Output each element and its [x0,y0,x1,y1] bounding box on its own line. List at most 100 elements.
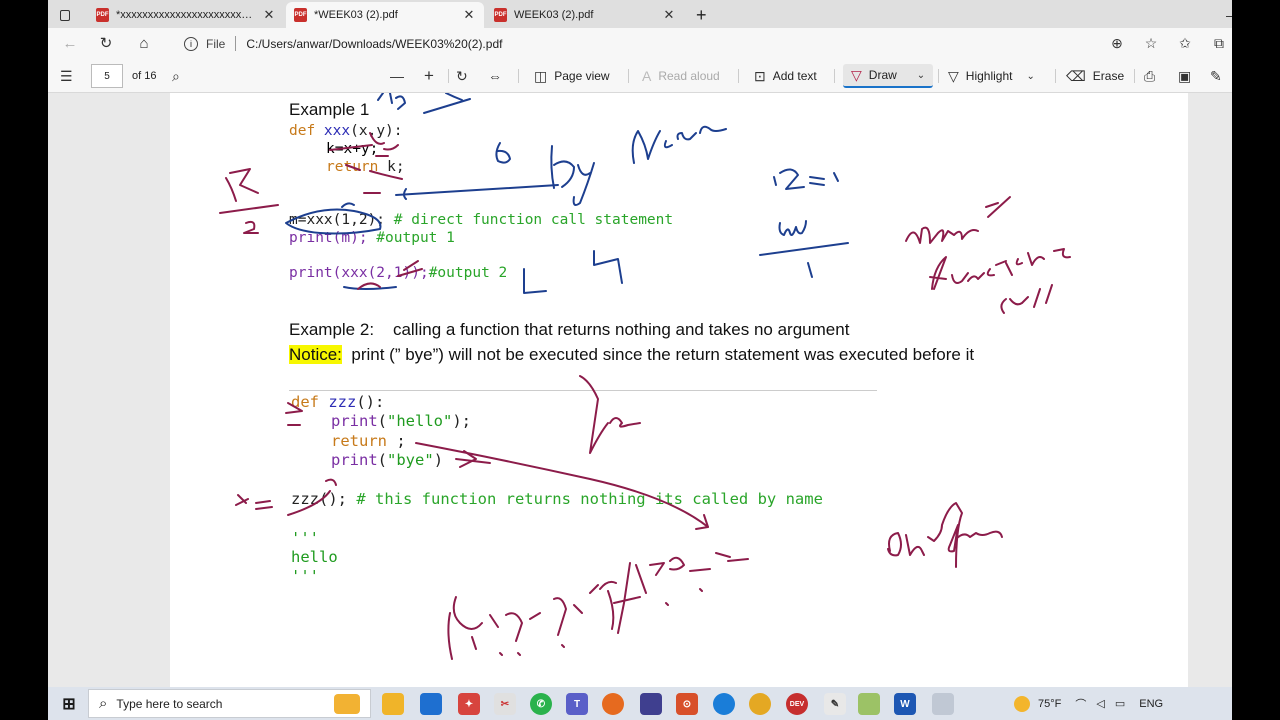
edge-icon[interactable] [713,693,735,715]
zoom-icon[interactable]: ⊕ [1100,35,1134,52]
plus-icon: + [424,66,434,85]
file-label: File [206,36,226,51]
search-placeholder: Type here to search [116,696,223,711]
minimize-icon: — [1226,8,1232,23]
weather-icon [1014,695,1030,712]
rotate-icon: ↻ [456,67,468,84]
tab-2[interactable]: PDF *WEEK03 (2).pdf ✕ [286,2,484,28]
app-icon[interactable]: ✎ [824,693,846,715]
fit-page-icon: ⇔ [488,68,502,84]
close-icon[interactable]: ✕ [462,7,476,23]
file-explorer-icon[interactable] [382,693,404,715]
page-number-input[interactable]: 5 [91,64,123,88]
ink-annotations [219,93,1071,660]
app-icon[interactable]: ⊙ [676,693,698,715]
home-button[interactable]: ⌂ [126,29,162,57]
rotate-button[interactable]: ↻ [456,64,475,88]
info-icon: i [184,36,198,51]
divider [448,69,449,83]
taskbar: ⊞ ⌕ Type here to search ✦ ✂ ✆ T ⊙ DEV ✎ … [48,687,1232,720]
add-text-button[interactable]: ⊡ Add text [754,64,817,88]
snipping-tool-icon[interactable]: ✂ [494,693,516,715]
address-bar-row: ← ↻ ⌂ i File C:/Users/anwar/Downloads/WE… [48,28,1232,59]
read-aloud-icon: A [642,68,652,84]
maroon-ink [219,132,1071,660]
divider [518,69,519,83]
zoom-in-button[interactable]: + [424,64,441,88]
add-text-label: Add text [772,69,817,83]
plus-icon: + [696,4,707,25]
highlight-button[interactable]: ▽ Highlight ⌄ [948,64,1035,88]
language-indicator[interactable]: ENG [1139,698,1163,710]
new-tab-button[interactable]: + [688,2,712,28]
home-icon: ⌂ [139,34,149,52]
page-view-button[interactable]: ◫ Page view [534,64,610,88]
weather-temp[interactable]: 75°F [1038,698,1061,710]
windows-start-icon[interactable]: ⊞ [58,693,80,715]
tab-title: *WEEK03 (2).pdf [314,9,398,21]
browser-window: PDF *xxxxxxxxxxxxxxxxxxxxxxxxxxxx.pdf ✕ … [48,0,1232,720]
collections-icon[interactable]: ⧉ [1202,35,1232,52]
app-icon[interactable] [932,693,954,715]
search-icon: ⌕ [172,67,180,84]
divider [938,69,939,83]
divider [1055,69,1056,83]
divider [1134,69,1135,83]
address-field[interactable]: i File C:/Users/anwar/Downloads/WEEK03%2… [166,31,1124,56]
battery-icon[interactable]: ▭ [1115,697,1125,710]
read-aloud-button[interactable]: A Read aloud [642,64,720,88]
divider [235,36,237,51]
firefox-icon[interactable] [602,693,624,715]
chevron-down-icon[interactable]: ⌄ [917,70,925,81]
text-box-icon: ⊡ [754,67,766,84]
chrome-icon[interactable] [749,693,771,715]
tab-3[interactable]: PDF WEEK03 (2).pdf ✕ [486,2,684,28]
zoom-out-button[interactable]: — [390,64,411,88]
app-icon[interactable] [640,693,662,715]
search-icon: ⌕ [99,695,108,712]
chevron-down-icon[interactable]: ⌄ [1026,71,1034,82]
favorite-star-icon[interactable]: ☆ [1134,35,1168,52]
pdf-viewer[interactable]: Example 1 def xxx(x,y): k=x+y; return k;… [48,93,1232,687]
save-as-button[interactable]: ✎ [1210,64,1229,88]
draw-button[interactable]: ▽ Draw ⌄ [843,64,934,88]
tab-title: WEEK03 (2).pdf [514,9,594,21]
list-icon: ☰ [60,67,73,84]
refresh-icon: ↻ [99,35,113,52]
weather-widget-icon [334,694,360,714]
favorites-icon[interactable]: ✩ [1168,35,1202,52]
page-total: of 16 [132,70,157,82]
store-icon[interactable] [420,693,442,715]
print-button[interactable]: ⎙ [1144,64,1162,88]
refresh-button[interactable]: ↻ [88,29,124,57]
app-icon[interactable] [858,693,880,715]
fit-page-button[interactable]: ⇔ [488,64,509,88]
volume-icon[interactable]: ◁ [1096,697,1104,710]
highlighter-icon: ▽ [948,67,959,84]
pen-icon: ▽ [851,66,862,83]
save-icon: ▣ [1178,67,1192,84]
save-button[interactable]: ▣ [1178,64,1198,88]
pdf-toolbar: ☰ 5 of 16 ⌕ — + ↻ ⇔ ◫ Page view A Read alo… [48,59,1232,93]
page-view-label: Page view [554,69,610,83]
network-icon[interactable]: ⌒ [1075,696,1086,712]
word-icon[interactable]: W [894,693,916,715]
back-button[interactable]: ← [52,29,88,57]
tab-1[interactable]: PDF *xxxxxxxxxxxxxxxxxxxxxxxxxxxx.pdf ✕ [88,2,284,28]
contents-button[interactable]: ☰ [60,64,80,88]
tab-actions-button[interactable] [52,2,78,28]
save-as-icon: ✎ [1210,67,1222,84]
whatsapp-icon[interactable]: ✆ [530,693,552,715]
erase-button[interactable]: ⌫ Erase [1066,64,1124,88]
close-icon[interactable]: ✕ [662,7,676,23]
teams-icon[interactable]: T [566,693,588,715]
dev-cpp-icon[interactable]: DEV [786,693,808,715]
pdf-icon: PDF [494,8,507,22]
taskbar-search-box[interactable]: ⌕ Type here to search [88,689,371,718]
close-icon[interactable]: ✕ [262,7,276,23]
minimize-button[interactable]: — [1218,2,1232,28]
find-button[interactable]: ⌕ [172,64,187,88]
pdf-icon: PDF [294,8,307,22]
gift-icon[interactable]: ✦ [458,693,480,715]
minus-icon: — [390,68,404,84]
